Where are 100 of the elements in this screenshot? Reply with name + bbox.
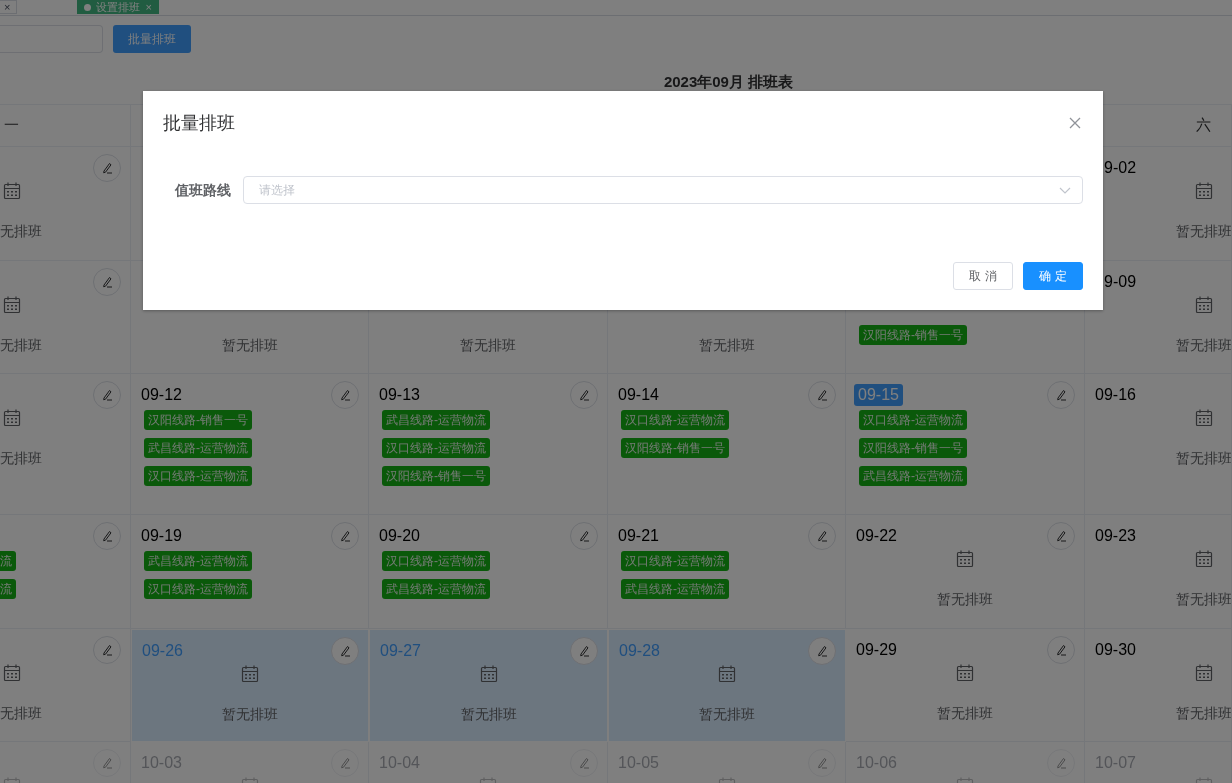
weekday-header: 六 [1196,115,1211,136]
pencil-icon [815,388,829,402]
edit-button[interactable] [808,381,836,409]
calendar-cell[interactable]: 09-12 汉阳线路-销售一号 武昌线路-运营物流 汉口线路-运营物流 [131,374,369,515]
date-label: 9-09 [1103,272,1138,292]
route-tag: 武昌线路-运营物流 [382,410,490,430]
edit-button[interactable] [93,154,121,182]
route-tag: 汉口线路-运营物流 [144,466,252,486]
edit-button[interactable] [331,522,359,550]
date-label: 09-13 [378,385,421,405]
route-tag: 武昌线路-运营物流 [144,551,252,571]
calendar-cell[interactable]: 无排班 [0,374,131,515]
pencil-icon [815,644,829,658]
pencil-icon [100,388,114,402]
tab-close-button[interactable]: × [145,0,152,14]
calendar-icon [478,664,499,684]
date-label: 09-12 [140,385,183,405]
date-label: 09-23 [1094,526,1137,546]
calendar-cell[interactable]: 09-23 暂无排班 [1085,515,1232,629]
empty-schedule-text: 暂无排班 [1176,449,1231,468]
empty-schedule-text: 暂无排班 [1176,336,1231,355]
edit-button[interactable] [331,381,359,409]
empty-schedule-text: 暂无排班 [221,336,278,355]
tab-label: 设置排班 [96,0,141,14]
tab-close-button[interactable]: × [4,0,11,14]
confirm-button[interactable]: 确 定 [1023,262,1083,290]
calendar-cell[interactable]: 流 流 [0,515,131,629]
route-tag: 武昌线路-运营物流 [382,579,490,599]
empty-schedule-text: 暂无排班 [1176,590,1231,609]
calendar-icon [717,664,737,684]
date-label: 09-26 [141,641,184,661]
weekday-header: 一 [4,115,19,136]
calendar-cell[interactable]: 09-14 汉口线路-运营物流 汉阳线路-销售一号 [608,374,846,515]
cancel-button[interactable]: 取 消 [953,262,1013,290]
empty-schedule-text: 无排班 [0,222,42,241]
calendar-cell[interactable]: 09-20 汉口线路-运营物流 武昌线路-运营物流 [369,515,608,629]
edit-button[interactable] [808,637,836,665]
edit-button[interactable] [93,268,121,296]
edit-button[interactable] [93,381,121,409]
date-label: 09-22 [855,526,898,546]
calendar-icon [955,549,975,569]
close-button[interactable] [1067,115,1083,131]
pencil-icon [577,644,591,658]
calendar-cell[interactable]: 09-27 暂无排班 [369,629,608,742]
pencil-icon [338,529,352,543]
route-tag: 汉阳线路-销售一号 [382,466,490,486]
calendar-cell[interactable]: 09-30 暂无排班 [1085,629,1232,742]
pencil-icon [1054,643,1068,657]
calendar-cell[interactable]: 09-15 汉口线路-运营物流 汉阳线路-销售一号 武昌线路-运营物流 [846,374,1085,515]
calendar-cell[interactable]: 09-16 暂无排班 [1085,374,1232,515]
pencil-icon [577,388,591,402]
calendar-cell[interactable]: 09-28 暂无排班 [608,629,846,742]
date-label: 09-28 [618,641,661,661]
edit-button[interactable] [570,522,598,550]
pencil-icon [338,388,352,402]
date-label: 09-29 [855,640,898,660]
calendar-cell[interactable]: 09-29 暂无排班 [846,629,1085,742]
edit-button[interactable] [1047,381,1075,409]
batch-schedule-button[interactable]: 批量排班 [113,25,191,53]
date-label: 09-20 [378,526,421,546]
edit-button[interactable] [93,636,121,664]
calendar-icon [2,295,22,315]
tab[interactable]: 设置排班 × [77,0,159,14]
date-label: 09-15 [854,384,903,406]
route-tag: 汉口线路-运营物流 [382,438,490,458]
route-tag: 流 [0,551,16,571]
route-tag: 汉阳线路-销售一号 [621,438,729,458]
route-tag: 汉口线路-运营物流 [144,579,252,599]
select-field[interactable]: 请选择 [243,176,1083,204]
calendar-cell[interactable]: 09-21 汉口线路-运营物流 武昌线路-运营物流 [608,515,846,629]
calendar-cell[interactable]: 09-26 暂无排班 [131,629,369,742]
route-tag: 武昌线路-运营物流 [859,466,967,486]
route-tag: 武昌线路-运营物流 [621,579,729,599]
date-label: 09-30 [1094,640,1137,660]
tab[interactable]: × [0,0,18,14]
calendar-cell[interactable]: 无排班 [0,147,131,261]
edit-button[interactable] [1047,522,1075,550]
calendar-icon [955,663,975,683]
calendar-icon [240,664,260,684]
pencil-icon [338,644,352,658]
calendar-cell[interactable]: 无排班 [0,261,131,374]
edit-button[interactable] [93,522,121,550]
edit-button[interactable] [570,637,598,665]
calendar-cell[interactable]: 无排班 [0,629,131,742]
route-tag: 汉阳线路-销售一号 [859,325,967,345]
pencil-icon [577,529,591,543]
edit-button[interactable] [570,381,598,409]
empty-schedule-text: 暂无排班 [699,705,755,724]
calendar-cell[interactable]: 09-22 暂无排班 [846,515,1085,629]
calendar-icon [2,181,22,201]
calendar-cell[interactable]: 9-09 暂无排班 [1085,261,1232,374]
calendar-icon [1194,181,1214,201]
edit-button[interactable] [1047,636,1075,664]
calendar-cell[interactable]: 09-19 武昌线路-运营物流 汉口线路-运营物流 [131,515,369,629]
edit-button[interactable] [331,637,359,665]
empty-schedule-text: 暂无排班 [1176,704,1231,723]
route-tag: 武昌线路-运营物流 [144,438,252,458]
calendar-title: 2023年09月 排班表 [662,72,795,92]
edit-button[interactable] [808,522,836,550]
calendar-cell[interactable]: 09-13 武昌线路-运营物流 汉口线路-运营物流 汉阳线路-销售一号 [369,374,608,515]
